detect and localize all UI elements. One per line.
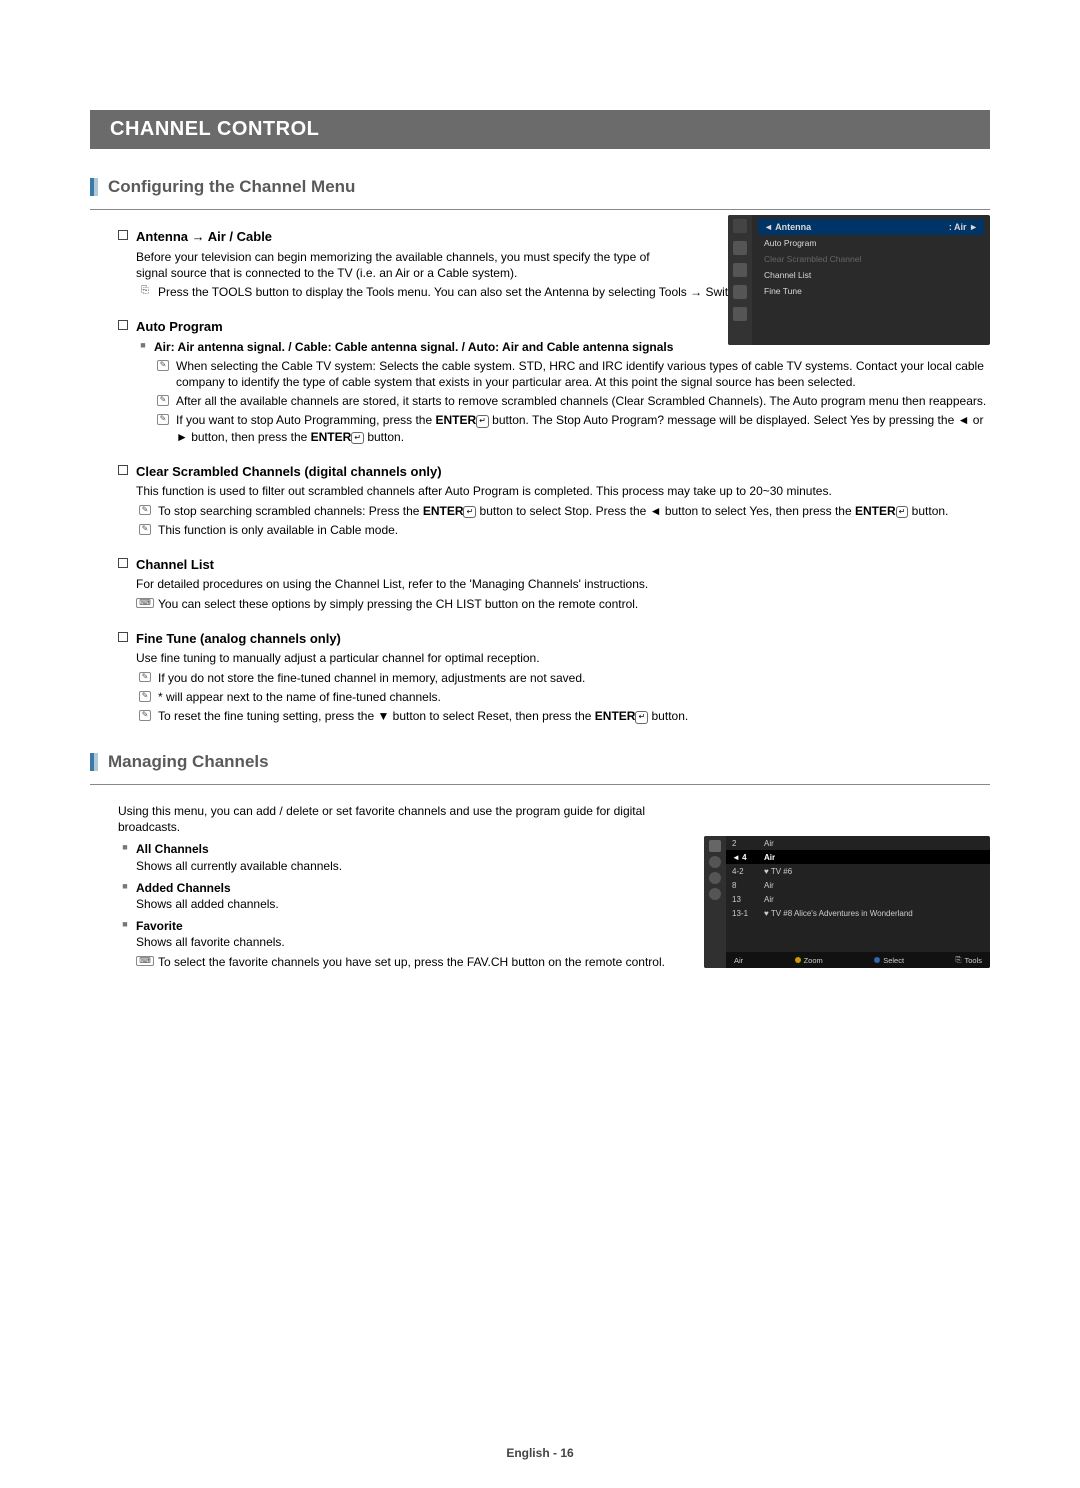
enter-icon: ↵: [476, 415, 489, 428]
auto-note2: After all the available channels are sto…: [176, 393, 990, 409]
heading-marker: [90, 753, 98, 771]
note-icon: ✎: [136, 689, 154, 703]
auto-signals: Air: Air antenna signal. / Cable: Cable …: [154, 340, 673, 354]
clear-note2: This function is only available in Cable…: [158, 522, 990, 538]
osd-row-fine: Fine Tune: [758, 283, 984, 299]
section-rule: [90, 209, 990, 210]
osd-b-sidebar: [704, 836, 726, 968]
all-channels-title: All Channels: [136, 842, 209, 856]
yellow-key-icon: [795, 957, 801, 963]
chlist-intro: For detailed procedures on using the Cha…: [136, 576, 990, 592]
enter-icon: ↵: [896, 506, 909, 519]
chevron-right-icon: ►: [969, 222, 978, 232]
chapter-title: CHANNEL CONTROL: [90, 110, 990, 149]
osd-sidebar-icon: [733, 241, 747, 255]
auto-note3: If you want to stop Auto Programming, pr…: [176, 412, 990, 444]
note-icon: ✎: [154, 393, 172, 407]
osd-sidebar-icon: [733, 307, 747, 321]
tools-icon: ⎘: [136, 284, 154, 298]
chlist-note1: You can select these options by simply p…: [158, 596, 990, 612]
clear-note1: To stop searching scrambled channels: Pr…: [158, 503, 990, 519]
subsection-channel-list: Channel List For detailed procedures on …: [118, 556, 990, 612]
heading-marker: [90, 178, 98, 196]
note-icon: ✎: [154, 358, 172, 372]
checkbox-bullet-icon: [118, 632, 128, 642]
osd-b-icon: [709, 872, 721, 884]
osd-row-clear: Clear Scrambled Channel: [758, 251, 984, 267]
osd-channel-menu: ◄ Antenna : Air ► Auto Program Clear Scr…: [728, 215, 990, 345]
osd-b-icon: [709, 888, 721, 900]
osd-sidebar-icon: [733, 263, 747, 277]
osd-b-footer: Air Zoom Select ⎘ Tools: [726, 952, 990, 968]
subsection-clear-scrambled: Clear Scrambled Channels (digital channe…: [118, 463, 990, 538]
square-bullet-icon: ■: [136, 339, 150, 351]
square-bullet-icon: ■: [118, 880, 132, 892]
fine-note3: To reset the fine tuning setting, press …: [158, 708, 990, 724]
section-heading-text: Managing Channels: [108, 752, 269, 772]
enter-icon: ↵: [463, 506, 476, 519]
fine-note2: * will appear next to the name of fine-t…: [158, 689, 990, 705]
note-icon: ✎: [136, 708, 154, 722]
checkbox-bullet-icon: [118, 465, 128, 475]
sub-title: Antenna → Air / Cable: [136, 228, 272, 246]
clear-intro: This function is used to filter out scra…: [136, 483, 990, 499]
note-icon: ✎: [136, 503, 154, 517]
sub-title: Fine Tune (analog channels only): [136, 630, 341, 648]
fine-note1: If you do not store the fine-tuned chann…: [158, 670, 990, 686]
managing-intro: Using this menu, you can add / delete or…: [118, 803, 678, 835]
osd-sidebar: [728, 215, 752, 345]
note-icon: ✎: [136, 522, 154, 536]
page-footer: English - 16: [0, 1446, 1080, 1460]
fine-intro: Use fine tuning to manually adjust a par…: [136, 650, 990, 666]
osd-row-antenna: ◄ Antenna : Air ►: [758, 219, 984, 235]
osd-sidebar-icon: [733, 219, 747, 233]
subsection-fine-tune: Fine Tune (analog channels only) Use fin…: [118, 630, 990, 724]
osd-row-list: Channel List: [758, 267, 984, 283]
osd-row-auto: Auto Program: [758, 235, 984, 251]
checkbox-bullet-icon: [118, 230, 128, 240]
enter-icon: ↵: [351, 432, 364, 445]
osd-sidebar-icon: [733, 285, 747, 299]
favorite-title: Favorite: [136, 919, 183, 933]
checkbox-bullet-icon: [118, 320, 128, 330]
section-heading-managing: Managing Channels: [90, 752, 990, 772]
added-channels-title: Added Channels: [136, 881, 231, 895]
remote-icon: ⌨: [136, 954, 154, 968]
blue-key-icon: [874, 957, 880, 963]
square-bullet-icon: ■: [118, 841, 132, 853]
square-bullet-icon: ■: [118, 918, 132, 930]
sub-title: Channel List: [136, 556, 214, 574]
sub-title: Clear Scrambled Channels (digital channe…: [136, 463, 442, 481]
osd-b-list: 2Air ◄ 4Air 4-2♥ TV #6 8Air 13Air 13-1♥ …: [726, 836, 990, 968]
checkbox-bullet-icon: [118, 558, 128, 568]
osd-b-icon: [709, 840, 721, 852]
osd-channel-list: 2Air ◄ 4Air 4-2♥ TV #6 8Air 13Air 13-1♥ …: [704, 836, 990, 968]
section-heading-text: Configuring the Channel Menu: [108, 177, 355, 197]
auto-note1: When selecting the Cable TV system: Sele…: [176, 358, 990, 390]
section-rule: [90, 784, 990, 785]
note-icon: ✎: [136, 670, 154, 684]
antenna-intro: Before your television can begin memoriz…: [136, 249, 676, 281]
sub-title: Auto Program: [136, 318, 223, 336]
remote-icon: ⌨: [136, 596, 154, 610]
note-icon: ✎: [154, 412, 172, 426]
section-heading-configuring: Configuring the Channel Menu: [90, 177, 990, 197]
enter-icon: ↵: [635, 711, 648, 724]
osd-b-icon: [709, 856, 721, 868]
